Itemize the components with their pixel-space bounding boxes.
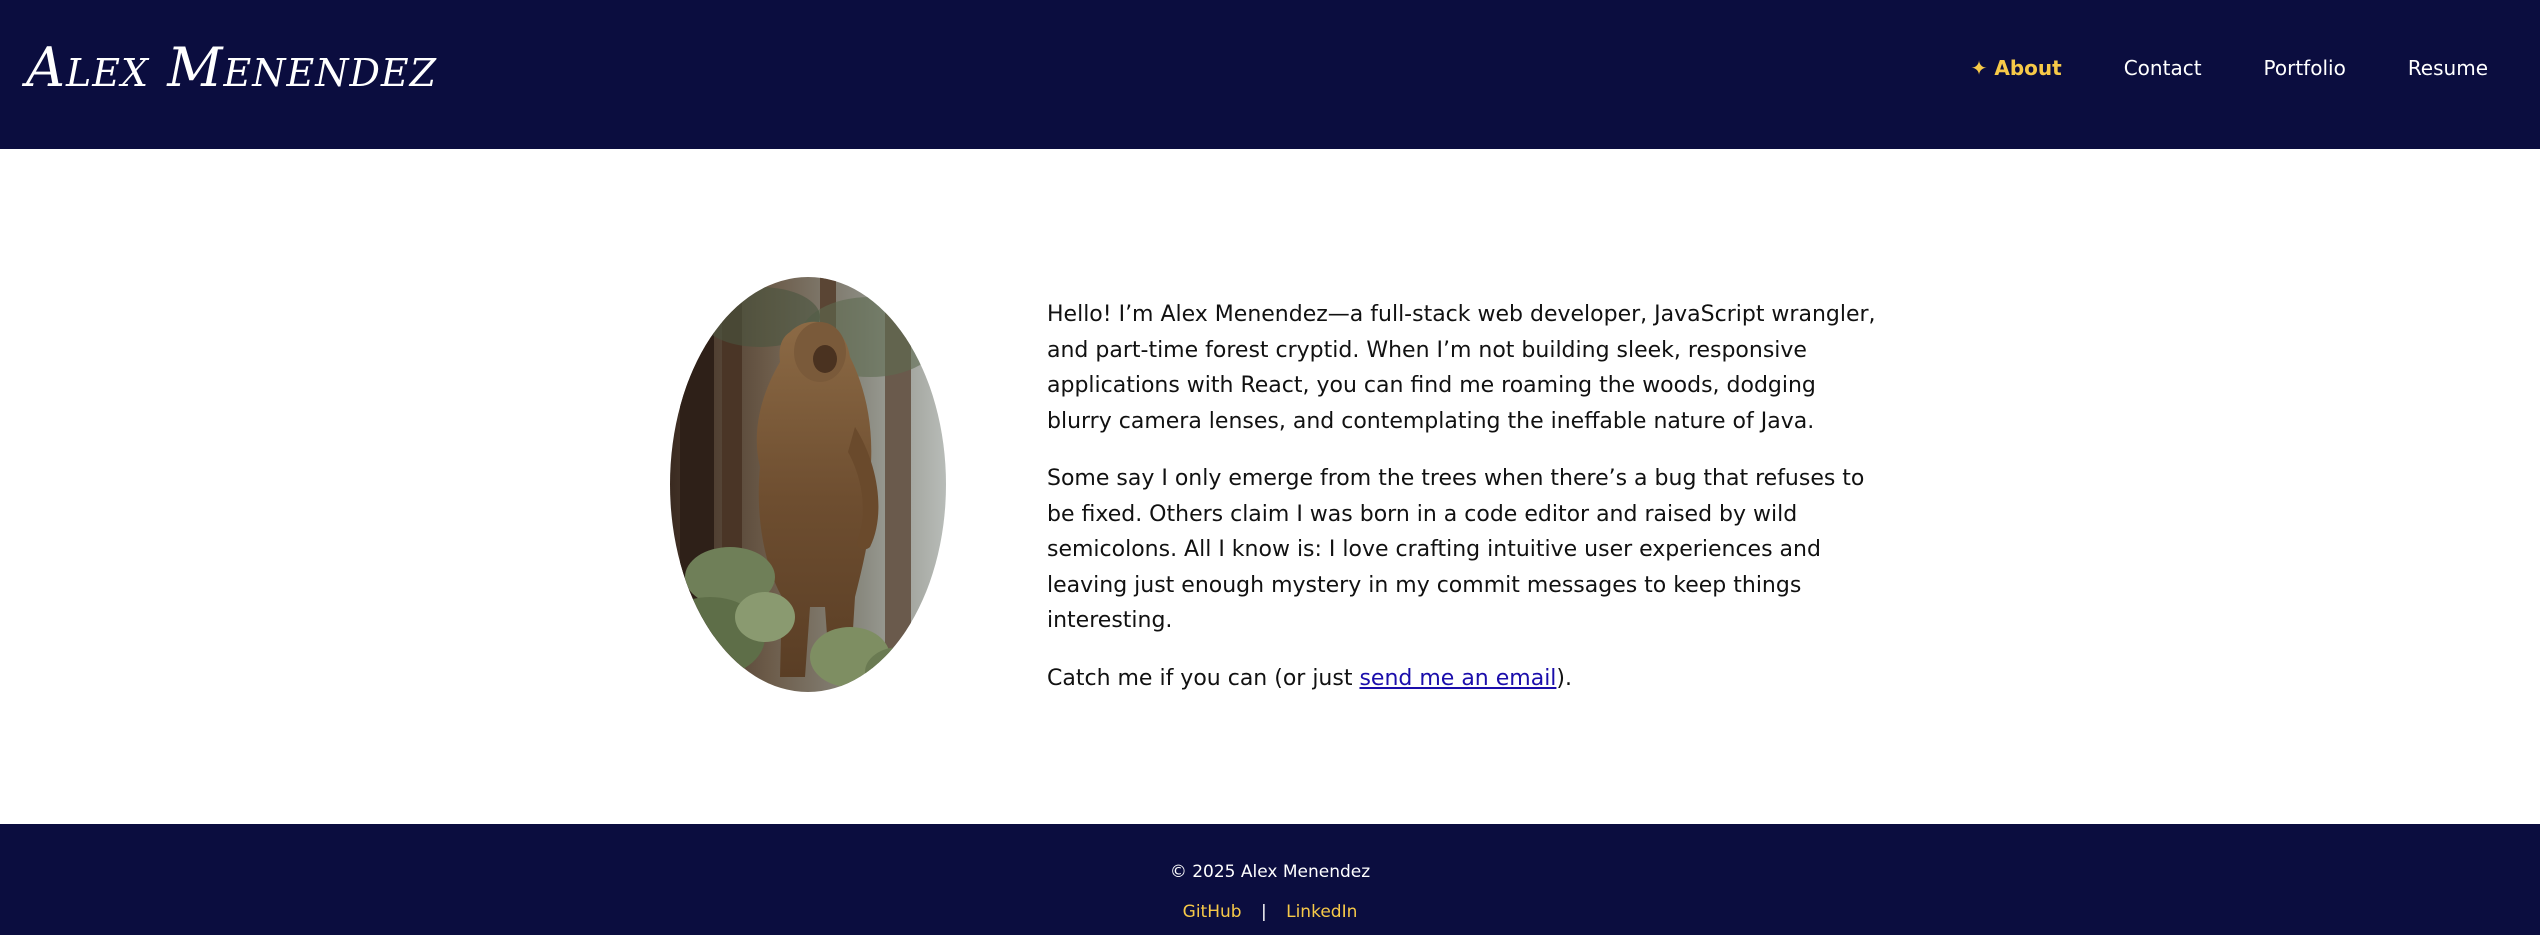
social-links: GitHub | LinkedIn (0, 902, 2540, 922)
about-section: Hello! I’m Alex Menendez—a full-stack we… (0, 149, 2540, 824)
site-logo[interactable]: Alex Menendez (26, 36, 437, 99)
cta-text-after: ). (1556, 665, 1572, 691)
footer-separator: | (1260, 902, 1267, 922)
email-link[interactable]: send me an email (1359, 666, 1556, 691)
bio-paragraph-2: Some say I only emerge from the trees wh… (1047, 466, 1865, 633)
bio-cta: Catch me if you can (or just send me an … (1047, 661, 1877, 697)
github-link[interactable]: GitHub (1183, 902, 1242, 922)
profile-photo (670, 277, 946, 692)
nav-about[interactable]: ✦ About (1971, 56, 2062, 80)
copyright-text: © 2025 Alex Menendez (1169, 862, 1371, 882)
nav-contact[interactable]: Contact (2124, 56, 2202, 80)
bio-text: Hello! I’m Alex Menendez—a full-stack we… (1047, 297, 1877, 718)
site-header: Alex Menendez ✦ About Contact Portfolio … (0, 0, 2540, 149)
site-footer: © 2025 Alex Menendez GitHub | LinkedIn (0, 824, 2540, 935)
cta-text-before: Catch me if you can (or just (1047, 665, 1360, 691)
linkedin-link[interactable]: LinkedIn (1286, 902, 1357, 922)
nav-resume[interactable]: Resume (2408, 56, 2488, 80)
bio-paragraph-1: Hello! I’m Alex Menendez—a full-stack we… (1047, 302, 1876, 434)
bigfoot-image (670, 277, 946, 692)
nav-portfolio[interactable]: Portfolio (2264, 56, 2346, 80)
main-nav: ✦ About Contact Portfolio Resume (1971, 56, 2488, 80)
